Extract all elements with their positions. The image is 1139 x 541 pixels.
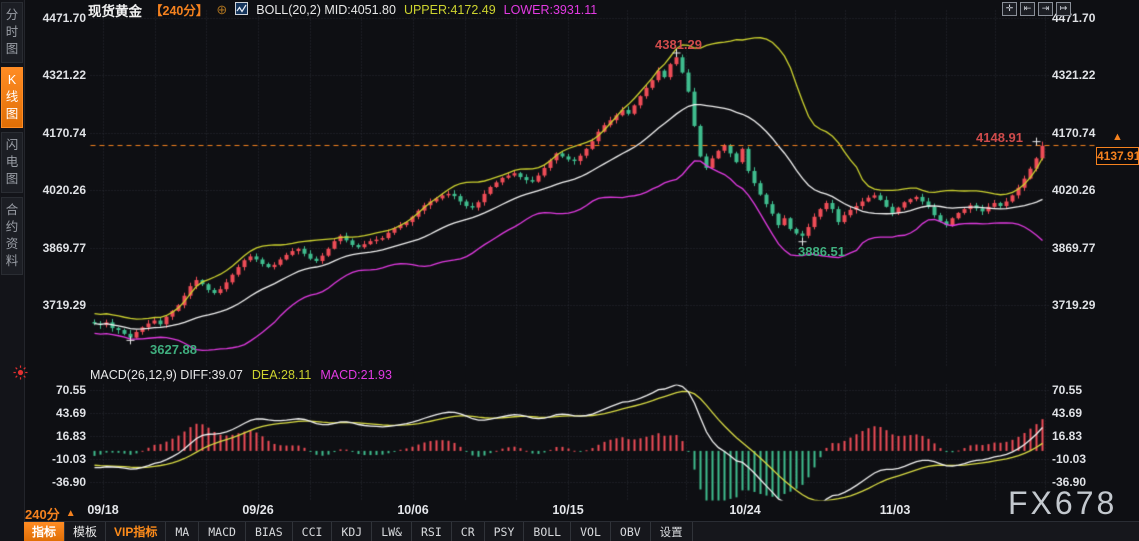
x-axis-date: 10/15 — [538, 503, 598, 517]
macd-y-tick-left: 43.69 — [30, 406, 86, 420]
macd-y-tick-right: 43.69 — [1052, 406, 1108, 420]
early-low-annotation: 3627.88 — [150, 342, 197, 357]
main-y-tick-left: 4020.26 — [30, 183, 86, 197]
indicator-button-macd[interactable]: MACD — [199, 522, 246, 541]
peak-price-annotation: 4381.29 — [655, 37, 702, 52]
mini-chart-icon — [235, 2, 248, 18]
macd-diff-readout: MACD(26,12,9) DIFF:39.07 — [90, 368, 243, 382]
macd-y-tick-left: -10.03 — [30, 452, 86, 466]
toolbar-button-1[interactable]: 指标 — [24, 522, 65, 541]
sidebar-tabs: 分时图 K线图闪电图合约资料 — [0, 2, 24, 275]
indicator-button-[interactable]: 设置 — [651, 522, 693, 541]
boll-lower-readout: LOWER:3931.11 — [504, 3, 598, 17]
indicator-button-kdj[interactable]: KDJ — [332, 522, 372, 541]
trough-price-annotation: 3886.51 — [798, 244, 845, 259]
macd-bar-readout: MACD:21.93 — [320, 368, 392, 382]
indicator-button-psy[interactable]: PSY — [485, 522, 525, 541]
macd-y-tick-left: 16.83 — [30, 429, 86, 443]
indicator-toolbar: 指标模板VIP指标MAMACDBIASCCIKDJLW&RSICRPSYBOLL… — [24, 521, 1139, 541]
indicator-button-bias[interactable]: BIAS — [246, 522, 293, 541]
main-y-tick-left: 4321.22 — [30, 68, 86, 82]
indicator-button-cr[interactable]: CR — [452, 522, 485, 541]
expand-x-tool-icon[interactable]: ⇥ — [1038, 2, 1053, 16]
main-y-tick-right: 3719.29 — [1052, 298, 1108, 312]
main-y-tick-right: 3869.77 — [1052, 241, 1108, 255]
macd-y-tick-right: -10.03 — [1052, 452, 1108, 466]
macd-y-tick-left: -36.90 — [30, 475, 86, 489]
main-y-tick-left: 3869.77 — [30, 241, 86, 255]
chart-header: 现货黄金 【240分】 ⊕ BOLL(20,2) MID:4051.80 UPP… — [88, 1, 597, 18]
indicator-button-rsi[interactable]: RSI — [412, 522, 452, 541]
watermark: FX678 — [1008, 485, 1117, 522]
indicator-button-boll[interactable]: BOLL — [524, 522, 571, 541]
sidebar: 分时图 K线图闪电图合约资料 — [0, 0, 25, 541]
indicator-button-obv[interactable]: OBV — [611, 522, 651, 541]
x-axis-date: 10/06 — [383, 503, 443, 517]
toolbar-button-3[interactable]: VIP指标 — [106, 522, 166, 541]
chart-tool-buttons: ✛⇤⇥↦ — [1002, 2, 1071, 16]
compress-x-tool-icon[interactable]: ⇤ — [1020, 2, 1035, 16]
crosshair-tool-icon[interactable]: ✛ — [1002, 2, 1017, 16]
indicator-button-vol[interactable]: VOL — [571, 522, 611, 541]
price-marker-icon: ▲ — [1112, 131, 1123, 143]
sidebar-tab-3[interactable]: 闪电图 — [1, 132, 23, 193]
main-y-tick-right: 4170.74 — [1052, 126, 1108, 140]
main-y-tick-left: 4170.74 — [30, 126, 86, 140]
x-axis-date: 10/24 — [715, 503, 775, 517]
compare-icon[interactable]: ⊕ — [216, 2, 227, 18]
main-y-tick-right: 4020.26 — [1052, 183, 1108, 197]
indicator-button-ma[interactable]: MA — [166, 522, 199, 541]
price-alert-icon[interactable] — [13, 365, 28, 385]
main-y-tick-right: 4321.22 — [1052, 68, 1108, 82]
chart-app: 现货黄金 【240分】 ⊕ BOLL(20,2) MID:4051.80 UPP… — [0, 0, 1139, 541]
sidebar-tab-2[interactable]: K线图 — [1, 67, 23, 128]
boll-mid-readout: BOLL(20,2) MID:4051.80 — [256, 3, 396, 17]
macd-dea-readout: DEA:28.11 — [252, 368, 312, 382]
timeframe-arrow-icon: ▲ — [66, 508, 76, 519]
macd-y-tick-right: -36.90 — [1052, 475, 1108, 489]
sidebar-tab-4[interactable]: 合约资料 — [1, 197, 23, 275]
toolbar-button-2[interactable]: 模板 — [65, 522, 106, 541]
x-axis-date: 09/18 — [73, 503, 133, 517]
chart-canvas[interactable] — [0, 0, 1139, 541]
period-label[interactable]: 【240分】 — [150, 0, 208, 19]
x-axis-date: 09/26 — [228, 503, 288, 517]
macd-y-tick-left: 70.55 — [30, 383, 86, 397]
main-y-tick-left: 4471.70 — [30, 11, 86, 25]
x-axis-date: 11/03 — [865, 503, 925, 517]
boll-upper-readout: UPPER:4172.49 — [404, 3, 496, 17]
macd-y-tick-right: 70.55 — [1052, 383, 1108, 397]
pan-right-tool-icon[interactable]: ↦ — [1056, 2, 1071, 16]
current-price-tag: 4137.91 — [1096, 147, 1139, 165]
macd-y-tick-right: 16.83 — [1052, 429, 1108, 443]
main-y-tick-left: 3719.29 — [30, 298, 86, 312]
symbol-name: 现货黄金 — [88, 0, 142, 20]
indicator-button-lw[interactable]: LW& — [372, 522, 412, 541]
recent-high-annotation: 4148.91 — [976, 130, 1023, 145]
sidebar-tab-1[interactable]: 分时图 — [1, 2, 23, 63]
macd-header: MACD(26,12,9) DIFF:39.07 DEA:28.11 MACD:… — [90, 368, 392, 382]
indicator-button-cci[interactable]: CCI — [293, 522, 333, 541]
